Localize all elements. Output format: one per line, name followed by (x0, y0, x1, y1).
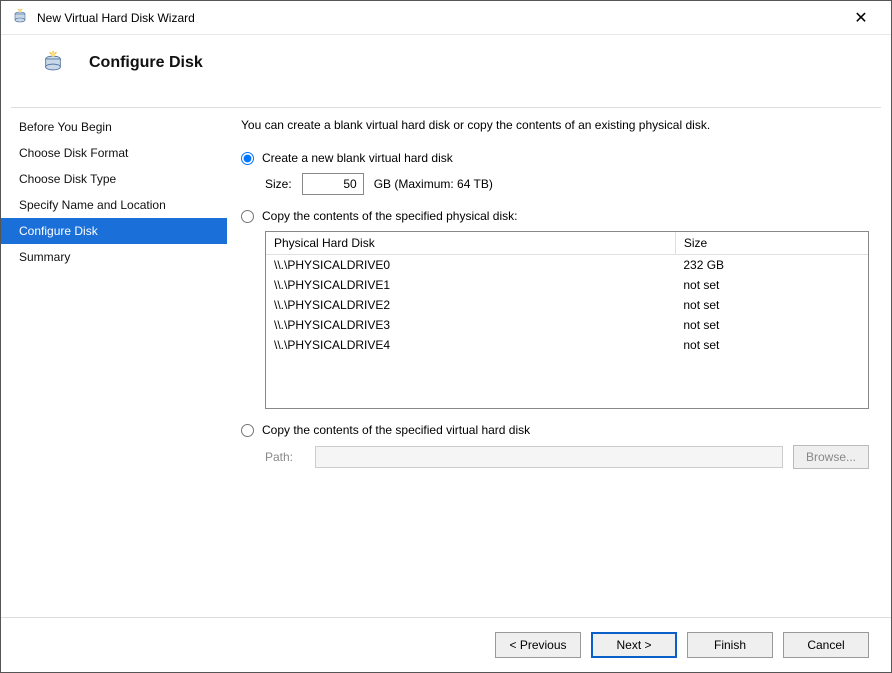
step-specify-name-location[interactable]: Specify Name and Location (1, 192, 227, 218)
close-icon[interactable]: ✕ (841, 1, 881, 34)
table-row[interactable]: \\.\PHYSICALDRIVE2not set (266, 295, 868, 315)
wizard-steps-sidebar: Before You Begin Choose Disk Format Choo… (1, 108, 227, 617)
step-configure-disk[interactable]: Configure Disk (1, 218, 227, 244)
cancel-button[interactable]: Cancel (783, 632, 869, 658)
previous-button[interactable]: < Previous (495, 632, 581, 658)
titlebar: New Virtual Hard Disk Wizard ✕ (1, 1, 891, 35)
disk-wizard-icon (11, 9, 29, 27)
step-choose-disk-type[interactable]: Choose Disk Type (1, 166, 227, 192)
option-physical-label: Copy the contents of the specified physi… (262, 209, 517, 223)
next-button[interactable]: Next > (591, 632, 677, 658)
path-input (315, 446, 783, 468)
step-summary[interactable]: Summary (1, 244, 227, 270)
table-row[interactable]: \\.\PHYSICALDRIVE1not set (266, 275, 868, 295)
step-before-you-begin[interactable]: Before You Begin (1, 114, 227, 140)
size-unit-max: GB (Maximum: 64 TB) (374, 177, 493, 191)
table-row[interactable]: \\.\PHYSICALDRIVE0232 GB (266, 255, 868, 276)
option-vhd-label: Copy the contents of the specified virtu… (262, 423, 530, 437)
option-vhd-group: Copy the contents of the specified virtu… (241, 423, 869, 469)
path-label: Path: (265, 450, 305, 464)
table-row[interactable]: \\.\PHYSICALDRIVE4not set (266, 335, 868, 355)
wizard-content: You can create a blank virtual hard disk… (227, 108, 891, 617)
option-vhd[interactable]: Copy the contents of the specified virtu… (241, 423, 869, 437)
size-input[interactable] (302, 173, 364, 195)
wizard-header: Configure Disk (1, 35, 891, 107)
size-label: Size: (265, 177, 292, 191)
page-title: Configure Disk (89, 54, 203, 72)
radio-vhd[interactable] (241, 424, 254, 437)
table-row[interactable]: \\.\PHYSICALDRIVE3not set (266, 315, 868, 335)
radio-blank[interactable] (241, 152, 254, 165)
option-blank-group: Create a new blank virtual hard disk Siz… (241, 151, 869, 195)
radio-physical[interactable] (241, 210, 254, 223)
col-physical-disk: Physical Hard Disk (266, 232, 675, 255)
disk-wizard-header-icon (41, 51, 65, 75)
col-size: Size (675, 232, 868, 255)
option-physical[interactable]: Copy the contents of the specified physi… (241, 209, 869, 223)
option-physical-group: Copy the contents of the specified physi… (241, 209, 869, 409)
browse-button: Browse... (793, 445, 869, 469)
wizard-footer: < Previous Next > Finish Cancel (1, 617, 891, 672)
finish-button[interactable]: Finish (687, 632, 773, 658)
intro-text: You can create a blank virtual hard disk… (241, 118, 869, 132)
wizard-window: New Virtual Hard Disk Wizard ✕ Configure… (0, 0, 892, 673)
option-blank[interactable]: Create a new blank virtual hard disk (241, 151, 869, 165)
physical-disk-table[interactable]: Physical Hard Disk Size \\.\PHYSICALDRIV… (265, 231, 869, 409)
option-blank-label: Create a new blank virtual hard disk (262, 151, 453, 165)
window-title: New Virtual Hard Disk Wizard (37, 11, 841, 25)
step-choose-disk-format[interactable]: Choose Disk Format (1, 140, 227, 166)
wizard-body: Before You Begin Choose Disk Format Choo… (1, 108, 891, 617)
